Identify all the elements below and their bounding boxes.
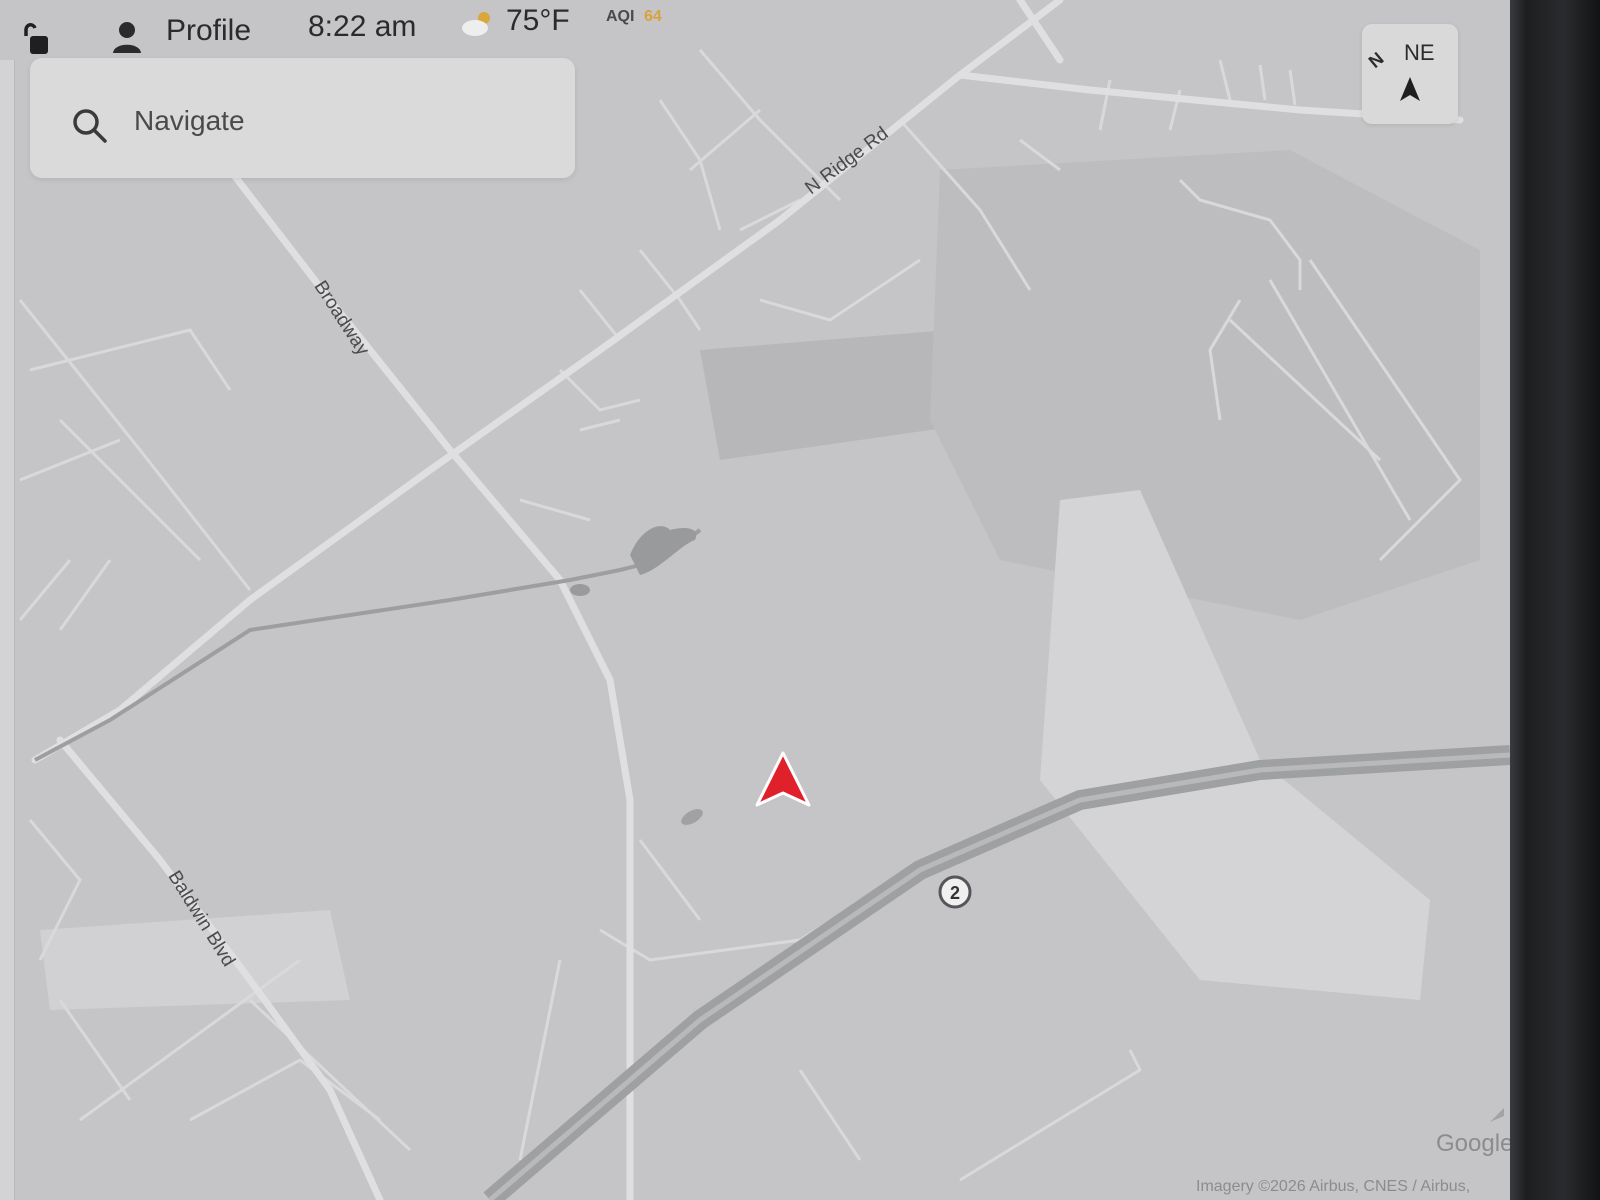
profile-icon[interactable] xyxy=(112,20,142,54)
land-parcel xyxy=(930,150,1480,620)
search-placeholder[interactable]: Navigate xyxy=(134,105,245,137)
map-attribution: Imagery ©2026 Airbus, CNES / Airbus, xyxy=(1196,1178,1471,1195)
compass-flag-icon xyxy=(1488,1106,1506,1124)
map-canvas[interactable]: 2 xyxy=(0,0,1510,1200)
navigate-search-bar[interactable]: Navigate xyxy=(30,58,575,178)
google-logo: Google xyxy=(1436,1130,1510,1157)
profile-label[interactable]: Profile xyxy=(166,14,251,48)
screen-bezel xyxy=(1510,0,1600,1200)
clock-time: 8:22 am xyxy=(308,10,417,43)
map-screen: 2 N Ridge Rd Broadway Baldwin Blvd Profi… xyxy=(0,0,1510,1200)
compass-heading-button[interactable]: N NE xyxy=(1362,24,1458,124)
temperature: 75°F xyxy=(506,4,570,37)
status-bar: Profile 8:22 am 75°F AQI 64 xyxy=(0,0,700,60)
aqi-value: 64 xyxy=(644,8,662,25)
route-shield: 2 xyxy=(938,875,972,909)
svg-text:2: 2 xyxy=(950,883,960,903)
heading-arrow-icon xyxy=(1398,76,1422,102)
aqi-label: AQI xyxy=(606,8,635,25)
pond xyxy=(570,584,590,596)
partly-cloudy-moon-icon xyxy=(460,8,496,38)
unlocked-padlock-icon[interactable] xyxy=(20,20,52,56)
compass-heading-label: NE xyxy=(1404,40,1435,65)
left-edge-panel xyxy=(0,60,15,1200)
search-icon xyxy=(72,108,108,144)
compass-north-label: N xyxy=(1364,48,1388,72)
